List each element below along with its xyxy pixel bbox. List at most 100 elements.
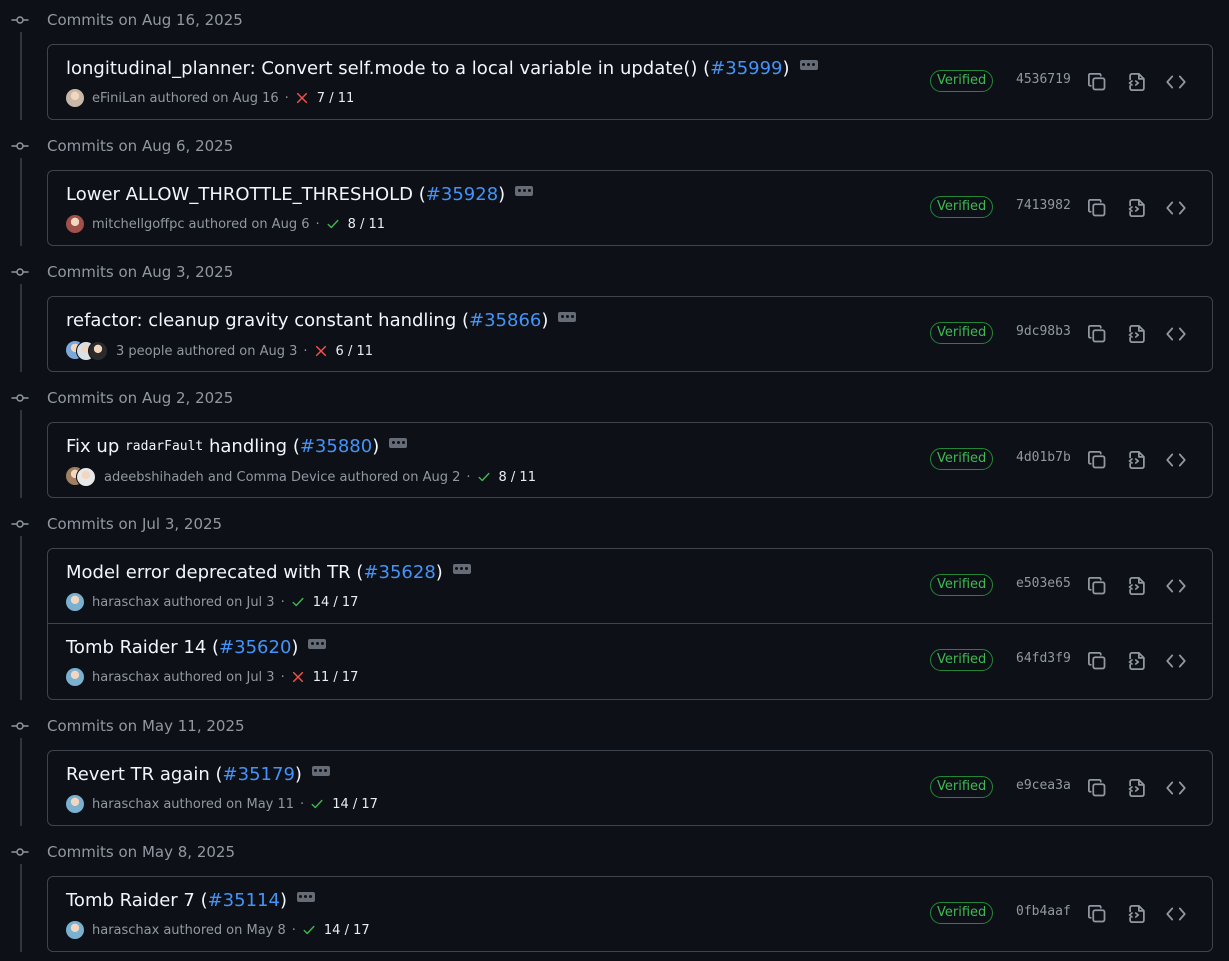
ellipsis-icon[interactable] [452, 563, 471, 574]
commit-title[interactable]: Fix up radarFault handling (#35880) [66, 436, 408, 457]
ellipsis-icon[interactable] [389, 437, 408, 448]
file-code-icon[interactable] [1127, 778, 1147, 798]
author-name[interactable]: haraschax [92, 797, 159, 812]
avatar-stack[interactable] [66, 215, 84, 233]
verified-badge[interactable]: Verified [930, 574, 994, 596]
commit-title-text[interactable]: Fix up [66, 436, 125, 457]
avatar[interactable] [66, 668, 84, 686]
x-icon[interactable] [314, 344, 328, 358]
commit-date[interactable]: on Aug 6 [251, 217, 309, 232]
avatar[interactable] [66, 215, 84, 233]
pr-link[interactable]: #35866 [469, 310, 541, 331]
ellipsis-icon[interactable] [296, 891, 315, 902]
checks-count[interactable]: 14 / 17 [313, 595, 359, 610]
commit-title-text[interactable]: Revert TR again ( [66, 764, 223, 785]
verified-badge[interactable]: Verified [930, 649, 994, 671]
check-icon[interactable] [310, 797, 324, 811]
copy-icon[interactable] [1087, 778, 1107, 798]
commit-date[interactable]: on Aug 3 [239, 344, 297, 359]
commit-date[interactable]: on May 8 [226, 923, 286, 938]
commit-title-text[interactable]: Model error deprecated with TR ( [66, 562, 363, 583]
commit-title[interactable]: refactor: cleanup gravity constant handl… [66, 310, 577, 331]
avatar-stack[interactable] [66, 668, 84, 686]
author-name[interactable]: 3 people [116, 344, 172, 359]
check-icon[interactable] [326, 217, 340, 231]
check-icon[interactable] [477, 470, 491, 484]
pr-link[interactable]: #35880 [300, 436, 372, 457]
copy-icon[interactable] [1087, 72, 1107, 92]
file-code-icon[interactable] [1127, 450, 1147, 470]
code-icon[interactable] [1166, 778, 1186, 798]
ellipsis-icon[interactable] [799, 59, 818, 70]
pr-link[interactable]: #35620 [219, 637, 291, 658]
copy-icon[interactable] [1087, 904, 1107, 924]
avatar-stack[interactable] [66, 467, 96, 487]
avatar-stack[interactable] [66, 593, 84, 611]
code-icon[interactable] [1166, 450, 1186, 470]
pr-link[interactable]: #35928 [426, 184, 498, 205]
avatar[interactable] [66, 921, 84, 939]
ellipsis-icon[interactable] [311, 765, 330, 776]
checks-count[interactable]: 6 / 11 [336, 344, 373, 359]
avatar-stack[interactable] [66, 89, 84, 107]
commit-date[interactable]: on Aug 2 [402, 470, 460, 485]
copy-icon[interactable] [1087, 576, 1107, 596]
commit-title-text[interactable]: ) [436, 562, 443, 583]
commit-title-text[interactable]: ) [783, 58, 790, 79]
commit-sha[interactable]: e503e65 [1016, 576, 1071, 591]
author-name[interactable]: mitchellgoffpc [92, 217, 185, 232]
file-code-icon[interactable] [1127, 651, 1147, 671]
file-code-icon[interactable] [1127, 198, 1147, 218]
author-name[interactable]: haraschax [92, 923, 159, 938]
check-icon[interactable] [302, 923, 316, 937]
ellipsis-icon[interactable] [558, 311, 577, 322]
code-icon[interactable] [1166, 198, 1186, 218]
file-code-icon[interactable] [1127, 576, 1147, 596]
avatar-stack[interactable] [66, 341, 108, 361]
verified-badge[interactable]: Verified [930, 196, 994, 218]
verified-badge[interactable]: Verified [930, 902, 994, 924]
commit-sha[interactable]: 64fd3f9 [1016, 651, 1071, 666]
copy-icon[interactable] [1087, 450, 1107, 470]
copy-icon[interactable] [1087, 198, 1107, 218]
commit-title[interactable]: Model error deprecated with TR (#35628) [66, 562, 471, 583]
avatar-stack[interactable] [66, 921, 84, 939]
commit-date[interactable]: on Jul 3 [226, 595, 274, 610]
ellipsis-icon[interactable] [308, 638, 327, 649]
avatar[interactable] [66, 593, 84, 611]
commit-title[interactable]: Revert TR again (#35179) [66, 764, 330, 785]
avatar[interactable] [66, 795, 84, 813]
code-icon[interactable] [1166, 576, 1186, 596]
file-code-icon[interactable] [1127, 904, 1147, 924]
commit-title-text[interactable]: handling ( [203, 436, 300, 457]
copy-icon[interactable] [1087, 324, 1107, 344]
verified-badge[interactable]: Verified [930, 70, 994, 92]
commit-title-text[interactable]: longitudinal_planner: Convert self.mode … [66, 58, 710, 79]
commit-date[interactable]: on Aug 16 [212, 91, 278, 106]
commit-date[interactable]: on May 11 [226, 797, 294, 812]
checks-count[interactable]: 7 / 11 [317, 91, 354, 106]
commit-title[interactable]: Lower ALLOW_THROTTLE_THRESHOLD (#35928) [66, 184, 534, 205]
commit-title[interactable]: Tomb Raider 14 (#35620) [66, 637, 327, 658]
commit-sha[interactable]: 0fb4aaf [1016, 904, 1071, 919]
pr-link[interactable]: #35628 [363, 562, 435, 583]
avatar[interactable] [76, 467, 96, 487]
commit-title-text[interactable]: ) [541, 310, 548, 331]
avatar-stack[interactable] [66, 795, 84, 813]
file-code-icon[interactable] [1127, 324, 1147, 344]
author-name[interactable]: haraschax [92, 595, 159, 610]
code-icon[interactable] [1166, 904, 1186, 924]
commit-date[interactable]: on Jul 3 [226, 670, 274, 685]
checks-count[interactable]: 14 / 17 [332, 797, 378, 812]
author-name[interactable]: haraschax [92, 670, 159, 685]
commit-title-text[interactable]: ) [291, 637, 298, 658]
file-code-icon[interactable] [1127, 72, 1147, 92]
code-icon[interactable] [1166, 651, 1186, 671]
commit-sha[interactable]: 7413982 [1016, 198, 1071, 213]
commit-title-text[interactable]: Tomb Raider 14 ( [66, 637, 219, 658]
commit-title-text[interactable]: ) [295, 764, 302, 785]
author-name[interactable]: eFiniLan [92, 91, 145, 106]
commit-title-text[interactable]: Tomb Raider 7 ( [66, 890, 208, 911]
commit-sha[interactable]: 9dc98b3 [1016, 324, 1071, 339]
author-name[interactable]: adeebshihadeh and Comma Device [104, 470, 335, 485]
